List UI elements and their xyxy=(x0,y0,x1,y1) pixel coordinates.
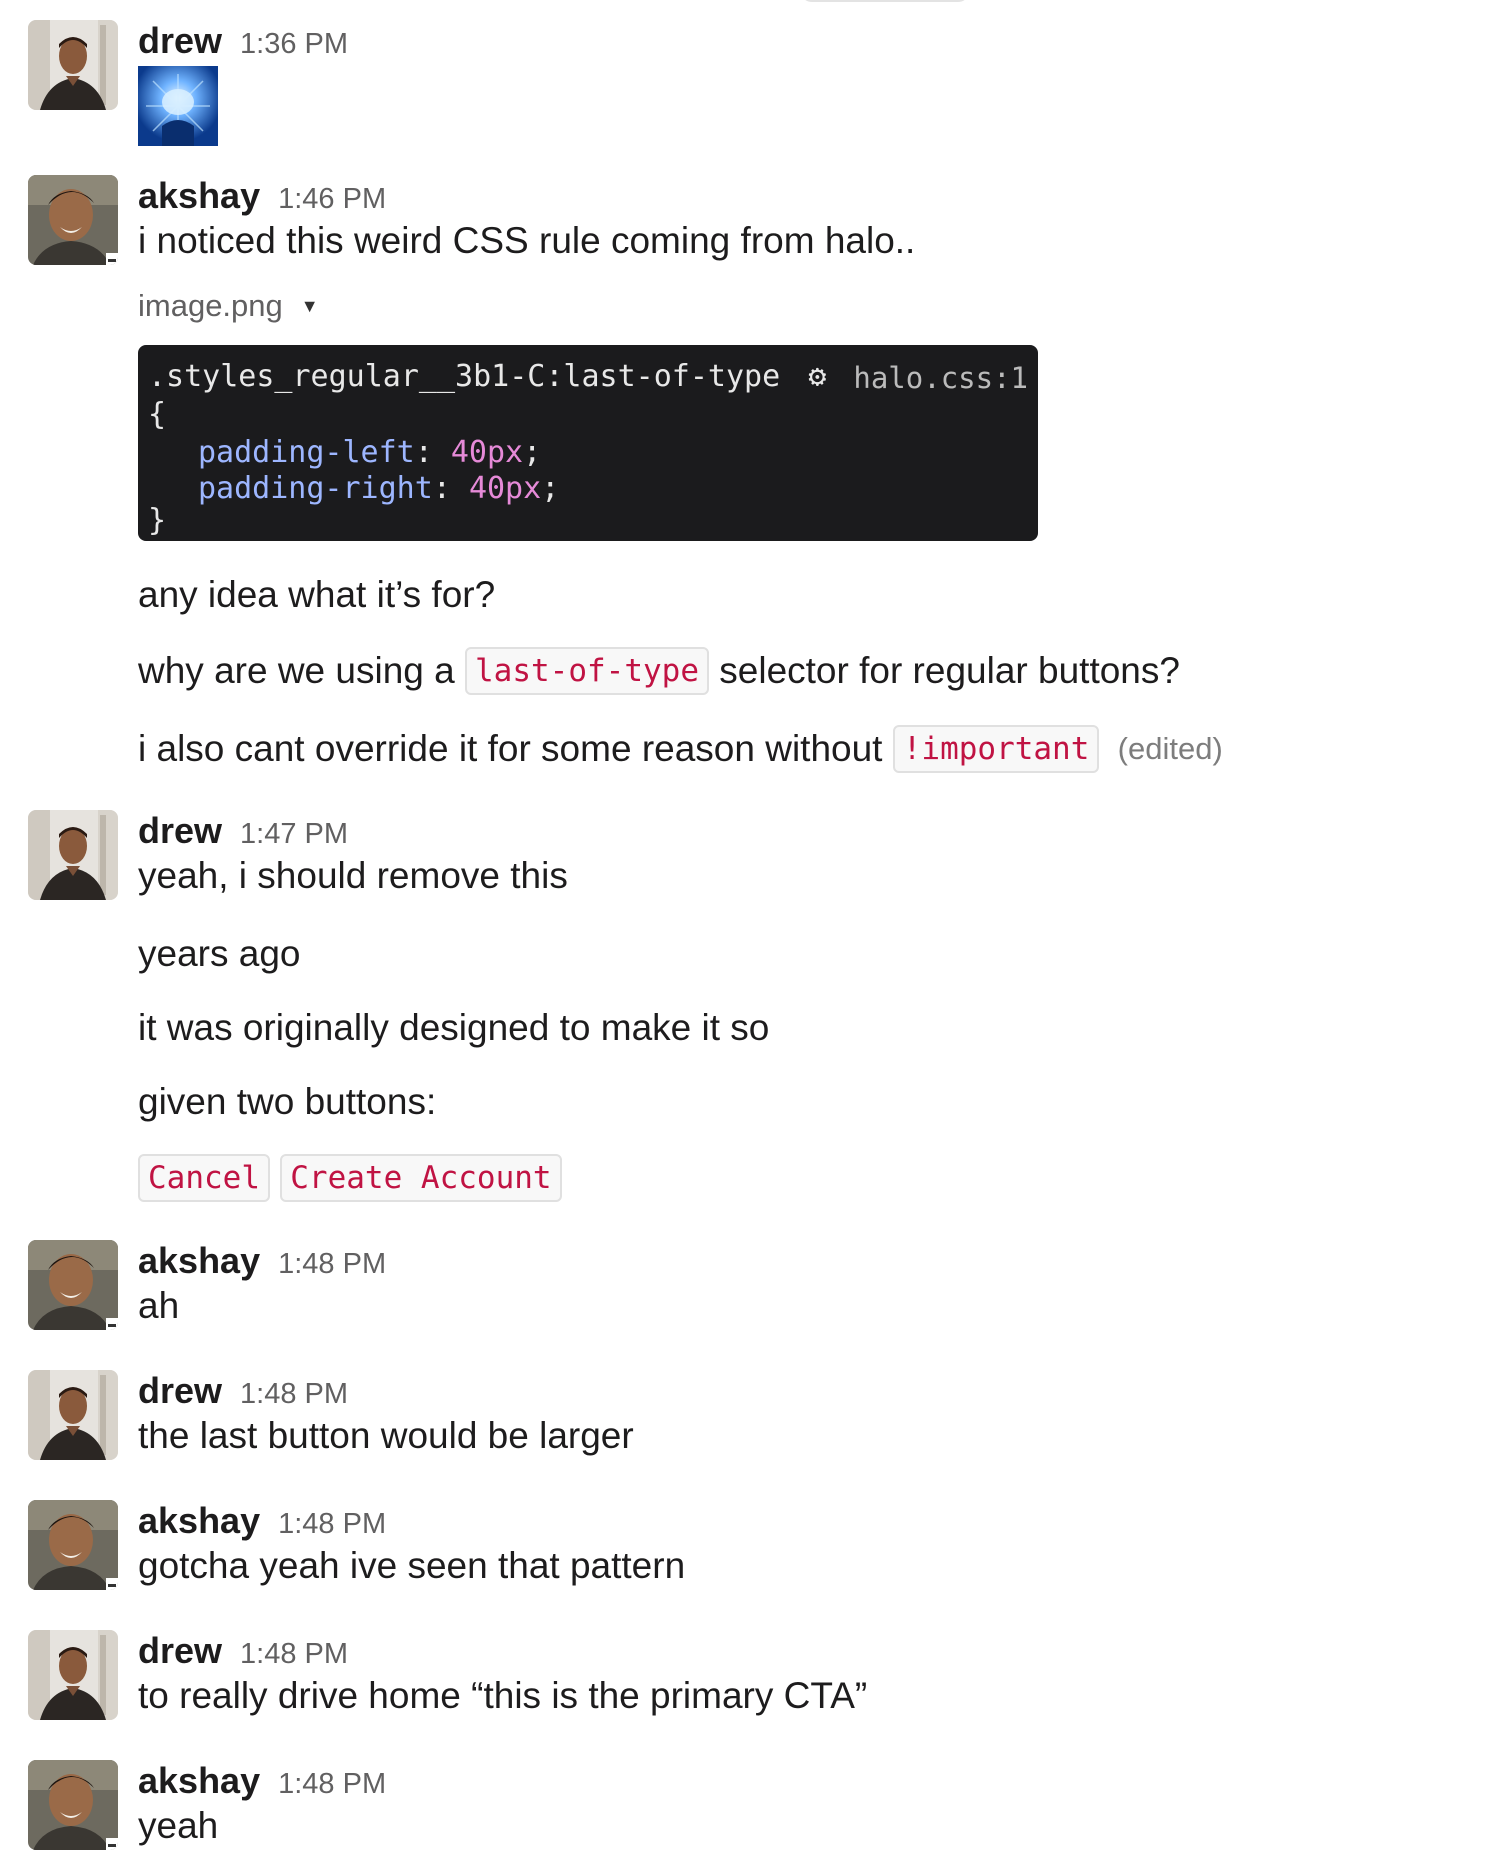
timestamp[interactable]: 1:48 PM xyxy=(240,1378,348,1411)
message-text: to really drive home “this is the primar… xyxy=(138,1675,868,1716)
akshay-avatar-image xyxy=(28,175,118,265)
inline-code: !important xyxy=(892,725,1100,774)
drew-avatar-image xyxy=(28,20,118,110)
username[interactable]: drew xyxy=(138,1630,222,1672)
username[interactable]: drew xyxy=(138,810,222,852)
message-text: the last button would be larger xyxy=(138,1415,634,1456)
message-text: i also cant override it for some reason … xyxy=(138,725,1458,774)
drew-avatar-image xyxy=(28,1630,118,1720)
avatar[interactable] xyxy=(28,20,118,110)
message-text: why are we using a last-of-type selector… xyxy=(138,647,1458,696)
avatar[interactable] xyxy=(28,1500,118,1590)
avatar[interactable] xyxy=(28,1240,118,1330)
username[interactable]: akshay xyxy=(138,1760,260,1802)
akshay-avatar-image xyxy=(28,1760,118,1850)
timestamp[interactable]: 1:36 PM xyxy=(240,28,348,61)
drew-avatar-image xyxy=(28,1370,118,1460)
css-value: 40px xyxy=(468,471,542,506)
message-text: i noticed this weird CSS rule coming fro… xyxy=(138,220,916,261)
close-brace: } xyxy=(148,503,167,538)
inline-code: Create Account xyxy=(280,1154,562,1203)
message-text: any idea what it’s for? xyxy=(138,574,496,615)
drew-avatar-image xyxy=(28,810,118,900)
username[interactable]: akshay xyxy=(138,175,260,217)
timestamp[interactable]: 1:48 PM xyxy=(278,1508,386,1541)
file-name[interactable]: image.png xyxy=(138,288,283,324)
username[interactable]: drew xyxy=(138,20,222,62)
avatar[interactable] xyxy=(28,1370,118,1460)
username[interactable]: akshay xyxy=(138,1500,260,1542)
new-messages-pill[interactable] xyxy=(800,0,970,2)
edited-label: (edited) xyxy=(1117,731,1223,767)
timestamp[interactable]: 1:48 PM xyxy=(278,1768,386,1801)
message-text: yeah xyxy=(138,1805,219,1846)
avatar[interactable] xyxy=(28,175,118,265)
css-property: padding-right xyxy=(198,471,433,506)
message-text: yeah, i should remove this xyxy=(138,855,568,896)
inline-code: last-of-type xyxy=(465,647,709,696)
code-screenshot[interactable]: .styles_regular__3b1-C:last-of-type ⚙ ha… xyxy=(138,345,1038,541)
css-value: 40px xyxy=(450,435,524,470)
message-text: Cancel Create Account xyxy=(138,1154,1458,1203)
avatar[interactable] xyxy=(28,810,118,900)
message-text: ah xyxy=(138,1285,180,1326)
timestamp[interactable]: 1:46 PM xyxy=(278,183,386,216)
timestamp[interactable]: 1:48 PM xyxy=(240,1638,348,1671)
akshay-avatar-image xyxy=(28,1500,118,1590)
caret-down-icon[interactable]: ▼ xyxy=(301,296,319,317)
avatar[interactable] xyxy=(28,1760,118,1850)
message-text: gotcha yeah ive seen that pattern xyxy=(138,1545,686,1586)
inline-code: Cancel xyxy=(138,1154,270,1203)
file-header: image.png ▼ xyxy=(138,281,1458,331)
open-brace: { xyxy=(148,397,167,432)
message-text: years ago xyxy=(138,933,301,974)
timestamp[interactable]: 1:48 PM xyxy=(278,1248,386,1281)
gear-icon: ⚙ xyxy=(808,359,827,394)
source-link: halo.css:1 xyxy=(853,361,1028,395)
css-selector: .styles_regular__3b1-C:last-of-type xyxy=(148,359,781,394)
username[interactable]: akshay xyxy=(138,1240,260,1282)
message-text: given two buttons: xyxy=(138,1081,437,1122)
username[interactable]: drew xyxy=(138,1370,222,1412)
akshay-avatar-image xyxy=(28,1240,118,1330)
css-property: padding-left xyxy=(198,435,415,470)
message-text: it was originally designed to make it so xyxy=(138,1007,770,1048)
brain-gif-image[interactable] xyxy=(138,66,218,146)
avatar[interactable] xyxy=(28,1630,118,1720)
timestamp[interactable]: 1:47 PM xyxy=(240,818,348,851)
